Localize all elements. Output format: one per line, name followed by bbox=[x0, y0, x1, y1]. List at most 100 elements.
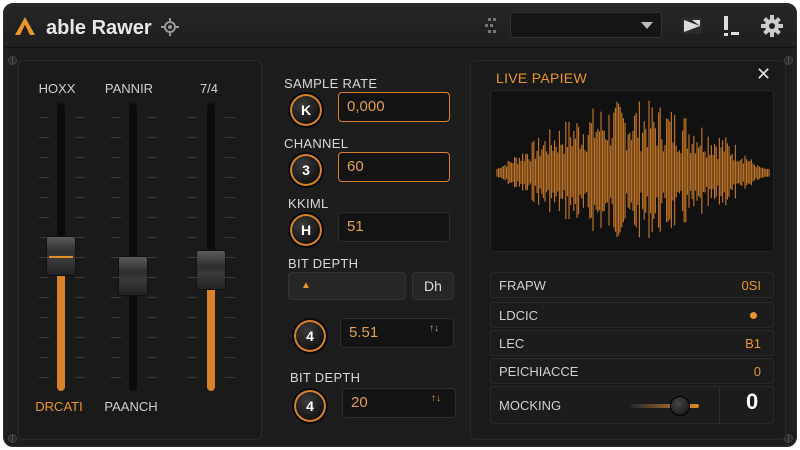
fader-tick bbox=[187, 277, 197, 278]
channel-knob[interactable]: 3 bbox=[288, 152, 324, 188]
mocking-slider-handle[interactable] bbox=[669, 396, 690, 416]
fader-tick bbox=[187, 157, 197, 158]
fader-tick bbox=[39, 177, 49, 178]
fader-tick bbox=[187, 117, 197, 118]
property-value: B1 bbox=[745, 336, 761, 351]
fader-tick bbox=[39, 157, 49, 158]
fader-handle[interactable] bbox=[118, 255, 148, 296]
title-bar: able Rawer bbox=[4, 4, 796, 48]
kiml-field[interactable]: 51 bbox=[338, 212, 450, 242]
property-row[interactable]: FRAPW 0SI bbox=[490, 272, 774, 298]
fader-tick bbox=[111, 117, 121, 118]
fader-fill bbox=[57, 255, 65, 391]
fader-tick bbox=[75, 257, 85, 258]
kiml-label: KKIML bbox=[288, 196, 329, 211]
mocking-row: MOCKING bbox=[490, 386, 774, 424]
fader-tick bbox=[225, 337, 235, 338]
property-row[interactable]: LEC B1 bbox=[490, 330, 774, 356]
mocking-label: MOCKING bbox=[499, 398, 562, 413]
fader-label: HOXX bbox=[38, 81, 76, 96]
fader-tick bbox=[75, 217, 85, 218]
fader-tick bbox=[75, 377, 85, 378]
fader-tick bbox=[187, 317, 197, 318]
meter-icon[interactable] bbox=[718, 14, 742, 38]
fader-tick bbox=[147, 297, 157, 298]
fader-tick bbox=[111, 317, 121, 318]
grid-icon[interactable] bbox=[480, 14, 504, 38]
fader-tick bbox=[225, 117, 235, 118]
fader-handle[interactable] bbox=[46, 235, 76, 276]
sample-rate-field[interactable]: 0,000 bbox=[338, 92, 450, 122]
fader-tick bbox=[75, 177, 85, 178]
fader-tick bbox=[187, 257, 197, 258]
fader-handle[interactable] bbox=[196, 250, 226, 291]
property-label: LDCIC bbox=[499, 308, 539, 323]
fader-tick bbox=[225, 257, 235, 258]
fader-tick bbox=[147, 317, 157, 318]
fader-tick bbox=[39, 257, 49, 258]
property-row[interactable]: PEICHIACCE 0 bbox=[490, 358, 774, 384]
share-icon[interactable] bbox=[680, 14, 704, 38]
fader-tick bbox=[225, 297, 235, 298]
fader-tick bbox=[187, 217, 197, 218]
status-dot bbox=[750, 312, 757, 319]
fader-label: PANNIR bbox=[104, 81, 154, 96]
settings-icon[interactable] bbox=[760, 14, 784, 38]
fader-tick bbox=[75, 337, 85, 338]
fader-tick bbox=[111, 137, 121, 138]
sample-rate-knob[interactable]: K bbox=[288, 92, 324, 128]
app-window: able Rawer HOXX PANNIR 7/4 DRCATI PAANCH… bbox=[3, 3, 797, 447]
mixer-panel: HOXX PANNIR 7/4 DRCATI PAANCH bbox=[18, 60, 262, 440]
preset-dropdown[interactable] bbox=[510, 12, 662, 38]
fader-tick bbox=[147, 237, 157, 238]
fader-tick bbox=[111, 217, 121, 218]
fader-tick bbox=[225, 217, 235, 218]
fader-bottom-label: PAANCH bbox=[104, 399, 158, 414]
fader-tick bbox=[111, 377, 121, 378]
dh-button[interactable]: Dh bbox=[412, 272, 454, 300]
fader-tick bbox=[187, 297, 197, 298]
fader-tick bbox=[75, 317, 85, 318]
fader-track[interactable] bbox=[207, 103, 215, 391]
fader-tick bbox=[225, 377, 235, 378]
fader-tick bbox=[75, 357, 85, 358]
fader-tick bbox=[187, 337, 197, 338]
gear-icon[interactable] bbox=[161, 18, 179, 36]
fader-track[interactable] bbox=[129, 103, 137, 391]
bit-depth-label: BIT DEPTH bbox=[288, 256, 359, 271]
fader-tick bbox=[75, 197, 85, 198]
value-stepper[interactable]: ↑↓ bbox=[429, 324, 439, 334]
bit-depth-stepper[interactable]: ↑↓ bbox=[431, 394, 441, 404]
controls-panel: SAMPLE RATE K 0,000 CHANNEL 3 60 KKIML H… bbox=[270, 60, 466, 440]
fader-tick bbox=[39, 237, 49, 238]
fader-tick bbox=[225, 277, 235, 278]
property-row[interactable]: LDCIC bbox=[490, 302, 774, 328]
fader-tick bbox=[147, 177, 157, 178]
fader-tick bbox=[147, 277, 157, 278]
bit-depth-knob[interactable]: 4 bbox=[292, 388, 328, 424]
fader-tick bbox=[39, 197, 49, 198]
fader-tick bbox=[187, 377, 197, 378]
property-value: 0SI bbox=[741, 278, 761, 293]
kiml-knob[interactable]: H bbox=[288, 212, 324, 248]
mocking-value: 0 bbox=[746, 389, 759, 414]
fader-tick bbox=[147, 357, 157, 358]
fader-tick bbox=[225, 197, 235, 198]
chevron-down-icon bbox=[641, 22, 653, 29]
bit-depth-button[interactable]: ▲ bbox=[288, 272, 406, 300]
fader-tick bbox=[147, 157, 157, 158]
fader-tick bbox=[147, 117, 157, 118]
fader-tick bbox=[187, 357, 197, 358]
fader-tick bbox=[111, 277, 121, 278]
fader-tick bbox=[39, 377, 49, 378]
close-icon[interactable]: ✕ bbox=[756, 64, 771, 85]
channel-field[interactable]: 60 bbox=[338, 152, 450, 182]
bit-depth-field[interactable]: 20 ↑↓ bbox=[342, 388, 456, 418]
fader-bottom-label: DRCATI bbox=[35, 399, 83, 414]
value-knob[interactable]: 4 bbox=[292, 318, 328, 354]
value-field[interactable]: 5.51 ↑↓ bbox=[340, 318, 454, 348]
fader-tick bbox=[225, 317, 235, 318]
screw bbox=[8, 56, 17, 65]
waveform-display bbox=[490, 90, 774, 252]
value-text: 5.51 bbox=[349, 324, 379, 341]
